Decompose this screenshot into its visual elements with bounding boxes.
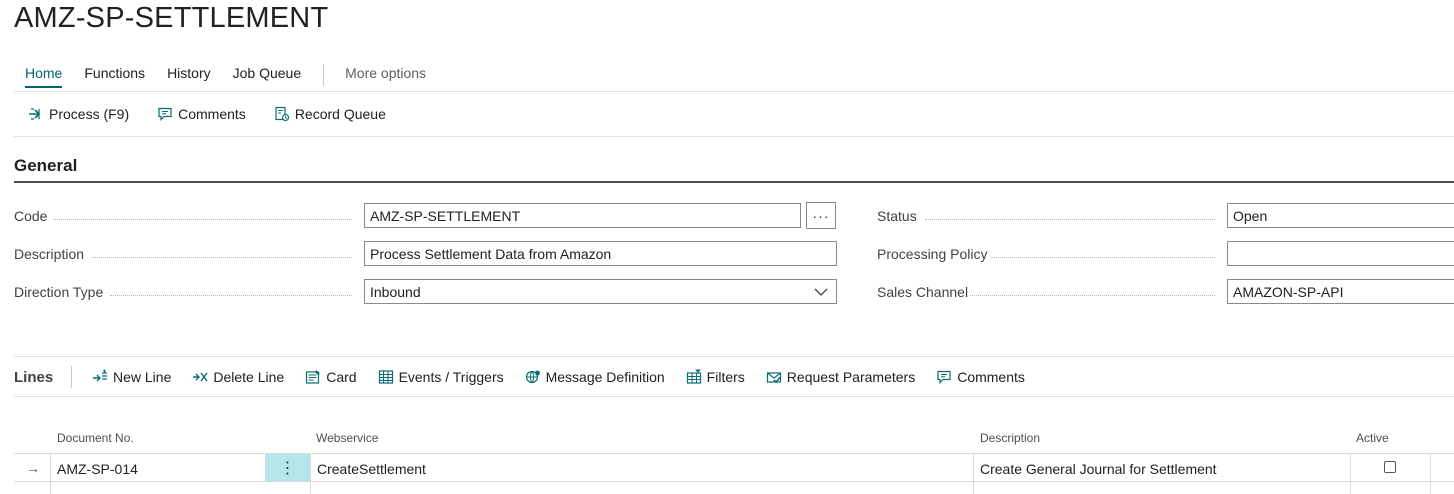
- lines-comments-button[interactable]: Comments: [936, 369, 1025, 385]
- code-field[interactable]: AMZ-SP-SETTLEMENT: [364, 203, 801, 228]
- more-options-button[interactable]: More options: [345, 65, 426, 85]
- sales-channel-field[interactable]: AMAZON-SP-API: [1227, 279, 1454, 304]
- comments-button[interactable]: Comments: [157, 106, 246, 122]
- message-definition-button[interactable]: Message Definition: [525, 369, 665, 385]
- grid-col-divider: [50, 454, 51, 494]
- cell-document-no[interactable]: AMZ-SP-014: [57, 461, 138, 477]
- sales-channel-label: Sales Channel: [877, 284, 969, 300]
- grid-col-divider: [1350, 454, 1351, 494]
- tabs-divider: [14, 91, 1454, 92]
- cell-description[interactable]: Create General Journal for Settlement: [980, 461, 1217, 477]
- column-header-active[interactable]: Active: [1356, 431, 1389, 445]
- table-grid-icon: [378, 369, 394, 385]
- code-label: Code: [14, 208, 48, 224]
- tab-home[interactable]: Home: [25, 65, 63, 88]
- description-label: Description: [14, 246, 85, 262]
- grid-col-divider: [310, 454, 311, 494]
- record-queue-button[interactable]: Record Queue: [274, 106, 386, 122]
- general-section-title[interactable]: General: [14, 156, 77, 176]
- processing-policy-label: Processing Policy: [877, 246, 988, 262]
- new-line-button[interactable]: New Line: [92, 369, 171, 385]
- direction-type-leader: [110, 294, 352, 296]
- description-field[interactable]: Process Settlement Data from Amazon: [364, 241, 837, 266]
- lines-comments-label: Comments: [957, 369, 1025, 385]
- action-bar: Process (F9) Comments Record Queue: [28, 106, 414, 122]
- code-leader: [54, 218, 352, 220]
- cell-webservice[interactable]: CreateSettlement: [317, 461, 426, 477]
- grid-col-divider: [973, 454, 974, 494]
- delete-line-button[interactable]: Delete Line: [192, 369, 284, 385]
- tab-history[interactable]: History: [167, 65, 211, 85]
- tab-functions[interactable]: Functions: [84, 65, 145, 85]
- grid-header-line: [14, 453, 1454, 454]
- process-icon: [28, 106, 44, 122]
- request-parameters-label: Request Parameters: [786, 369, 916, 385]
- direction-type-select[interactable]: Inbound: [364, 279, 837, 304]
- tab-separator: [323, 64, 325, 86]
- processing-policy-field[interactable]: [1227, 241, 1454, 266]
- events-triggers-button[interactable]: Events / Triggers: [378, 369, 504, 385]
- record-queue-icon: [274, 106, 290, 122]
- sales-channel-leader: [970, 294, 1215, 296]
- vertical-ellipsis-icon: ⋮: [279, 459, 296, 477]
- filters-button[interactable]: Filters: [686, 369, 745, 385]
- card-button[interactable]: Card: [305, 369, 357, 385]
- page-title: AMZ-SP-SETTLEMENT: [14, 2, 329, 34]
- column-header-description[interactable]: Description: [980, 431, 1040, 445]
- direction-type-value: Inbound: [370, 283, 421, 300]
- new-line-icon: [92, 369, 108, 385]
- lines-actionbar-divider: [14, 396, 1454, 397]
- request-parameters-button[interactable]: Request Parameters: [766, 369, 915, 385]
- lines-separator: [71, 366, 72, 388]
- ellipsis-icon: ···: [812, 207, 830, 224]
- direction-type-label: Direction Type: [14, 284, 104, 300]
- row-menu-button[interactable]: ⋮: [265, 454, 310, 481]
- globe-gear-icon: [525, 369, 541, 385]
- general-section-rule: [14, 181, 1454, 183]
- tab-job-queue[interactable]: Job Queue: [233, 65, 302, 85]
- card-icon: [305, 369, 321, 385]
- process-button[interactable]: Process (F9): [28, 106, 129, 122]
- mail-check-icon: [766, 369, 782, 385]
- grid-col-divider: [1430, 454, 1431, 494]
- status-label: Status: [877, 208, 917, 224]
- lines-action-bar: New Line Delete Line Card Events / Trigg…: [92, 369, 1046, 385]
- card-label: Card: [326, 369, 357, 385]
- message-definition-label: Message Definition: [545, 369, 665, 385]
- lines-top-divider: [14, 356, 1454, 357]
- comment-icon: [157, 106, 173, 122]
- cell-active-checkbox[interactable]: [1384, 461, 1396, 473]
- record-queue-label: Record Queue: [294, 106, 386, 122]
- process-label: Process (F9): [49, 106, 130, 122]
- events-triggers-label: Events / Triggers: [398, 369, 504, 385]
- status-leader: [925, 218, 1215, 220]
- row-indicator-arrow-icon: →: [26, 460, 40, 476]
- actionbar-divider: [14, 136, 1454, 137]
- delete-line-icon: [192, 369, 208, 385]
- code-lookup-button[interactable]: ···: [806, 202, 836, 229]
- comment-icon: [936, 369, 952, 385]
- filter-table-icon: [686, 369, 702, 385]
- lines-title[interactable]: Lines: [14, 369, 53, 386]
- processing-policy-leader: [990, 256, 1215, 258]
- description-leader: [92, 256, 352, 258]
- action-tabs: Home Functions History Job Queue More op…: [25, 64, 448, 88]
- filters-label: Filters: [706, 369, 745, 385]
- chevron-down-icon: [814, 288, 828, 296]
- new-line-label: New Line: [113, 369, 172, 385]
- status-field[interactable]: Open: [1227, 203, 1454, 228]
- column-header-document-no[interactable]: Document No.: [57, 431, 134, 445]
- column-header-webservice[interactable]: Webservice: [316, 431, 378, 445]
- delete-line-label: Delete Line: [213, 369, 285, 385]
- grid-row-line: [14, 481, 1454, 482]
- comments-label: Comments: [178, 106, 246, 122]
